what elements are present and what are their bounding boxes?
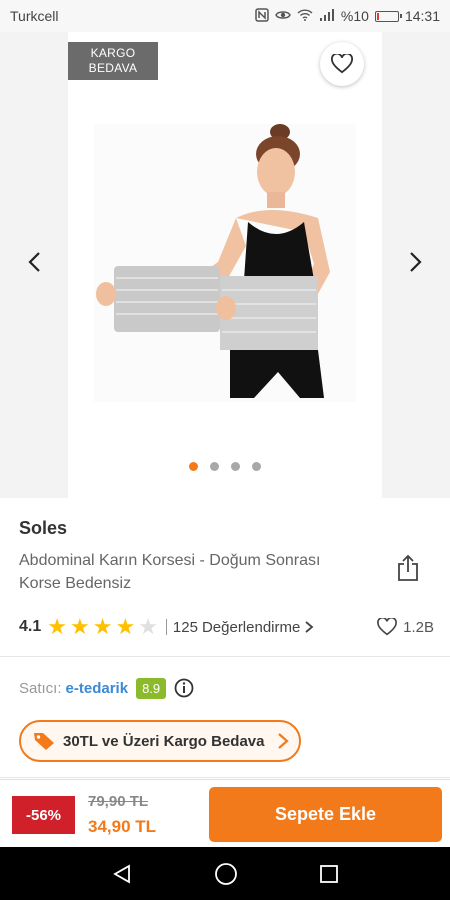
product-image[interactable] (68, 32, 382, 498)
chevron-right-icon (278, 733, 289, 749)
reviews-link[interactable]: 125 Değerlendirme (173, 619, 314, 636)
rating-value: 4.1 (19, 618, 42, 635)
nfc-icon (255, 7, 269, 25)
star-icon: ★ (138, 614, 158, 639)
wifi-icon (297, 8, 313, 24)
brand-name[interactable]: Soles (19, 518, 67, 539)
recents-icon[interactable] (319, 864, 339, 884)
review-label: Değerlendirme (201, 618, 301, 636)
likes-count: 1.2B (403, 618, 434, 636)
share-button[interactable] (396, 554, 420, 587)
eye-icon (275, 9, 291, 24)
battery-icon (374, 10, 402, 22)
favorites-count[interactable]: 1.2B (377, 618, 434, 636)
chevron-right-icon (410, 252, 422, 272)
status-bar: Turkcell %10 14:31 (0, 0, 450, 32)
favorite-button[interactable] (320, 42, 364, 86)
seller-score-badge: 8.9 (136, 677, 167, 699)
shipping-promo-button[interactable]: 30TL ve Üzeri Kargo Bedava (19, 720, 301, 762)
product-title: Abdominal Karın Korsesi - Doğum Sonrası … (19, 552, 321, 592)
free-shipping-badge: KARGO BEDAVA (68, 42, 158, 80)
clock: 14:31 (404, 8, 440, 24)
star-icon: ★ (69, 614, 90, 639)
pagination-dot[interactable] (210, 462, 219, 471)
system-nav-bar (0, 847, 450, 900)
discount-badge: -56% (12, 796, 75, 834)
previous-image-button[interactable] (22, 247, 46, 277)
seller-label: Satıcı: (19, 679, 62, 697)
add-to-cart-button[interactable]: Sepete Ekle (209, 787, 442, 842)
cart-bar: -56% 79,90 TL 34,90 TL Sepete Ekle (0, 779, 450, 847)
seller-row: Satıcı: e-tedarik 8.9 (19, 676, 194, 700)
star-icon: ★ (47, 614, 67, 639)
sale-price: 34,90 TL (88, 817, 157, 836)
rating-stars: ★ ★ ★ ★ ★ (47, 616, 158, 638)
carrier-name: Turkcell (10, 8, 59, 24)
review-count: 125 (172, 618, 198, 636)
pagination-dot[interactable] (189, 462, 198, 471)
divider (165, 619, 167, 635)
heart-icon (377, 618, 398, 636)
promo-text: 30TL ve Üzeri Kargo Bedava (63, 732, 265, 750)
chevron-left-icon (28, 252, 40, 272)
section-divider (0, 777, 450, 778)
tag-icon (34, 733, 54, 750)
rating-row: 4.1 ★ ★ ★ ★ ★ 125 Değerlendirme 1.2B (19, 614, 434, 640)
info-icon[interactable] (174, 678, 194, 698)
old-price: 79,90 TL (88, 793, 149, 810)
pagination-dot[interactable] (231, 462, 240, 471)
home-icon[interactable] (214, 862, 238, 886)
seller-name[interactable]: e-tedarik (66, 680, 129, 697)
image-pagination[interactable] (0, 462, 450, 471)
battery-percent: %10 (340, 8, 369, 24)
product-photo (94, 124, 356, 402)
signal-icon (319, 8, 335, 24)
section-divider (0, 656, 450, 657)
star-icon: ★ (92, 614, 113, 639)
heart-icon (331, 54, 353, 74)
product-gallery[interactable]: KARGO BEDAVA (0, 32, 450, 498)
back-icon[interactable] (111, 863, 133, 885)
chevron-right-icon (305, 621, 314, 633)
next-image-button[interactable] (404, 247, 428, 277)
share-icon (398, 554, 418, 581)
star-icon: ★ (115, 614, 136, 639)
pagination-dot[interactable] (252, 462, 261, 471)
